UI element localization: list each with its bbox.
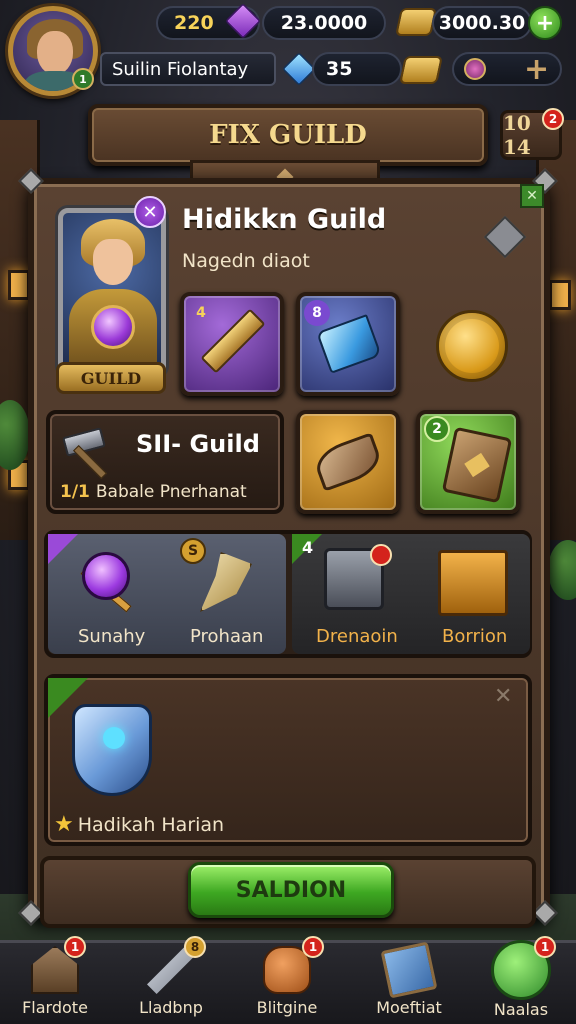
guild-hero-portrait[interactable] [58,208,166,376]
item-slot-crystal[interactable]: 8 [296,292,400,396]
primary-action-label: SALDION [235,877,347,903]
shop-icon [464,58,486,80]
nav-item-home[interactable]: Flardote [0,940,110,1024]
ingots-pill: 3000.30 [432,6,532,40]
nav-label: Flardote [22,998,88,1017]
mace-icon [82,552,130,600]
side-notification-badge: 2 [542,108,564,130]
slot-count: 2 [424,416,450,442]
add-currency-button[interactable]: + [528,6,562,40]
feature-card-desc: Babale Pnerhanat [95,482,247,502]
guild-subtitle: Nagedn diaot [182,250,310,272]
nav-badge: 1 [64,936,86,958]
hammer-icon [62,427,118,479]
nav-badge: 1 [534,936,556,958]
close-icon[interactable]: ✕ [520,184,544,208]
feature-card-desc-row: 1/1 Babale Pnerhanat [60,482,247,502]
shelf-cell-right: 4 Drenaoin Borrion [292,534,530,654]
primary-action-button[interactable]: SALDION [188,862,394,918]
crystal-icon [316,314,382,374]
guild-name: Hidikkn Guild [182,204,387,235]
guild-plate-label: GUILD [80,368,142,388]
crystals-pill: 35 [312,52,402,86]
feature-card-title: SII- Guild [136,430,260,458]
item-slot-sword[interactable]: 4 [180,292,284,396]
nav-badge: 1 [302,936,324,958]
rarity-tag [48,534,78,564]
slot-count: 4 [196,305,206,321]
featured-item-name: Hadikah Harian [77,813,225,836]
nav-label: Lladbnp [139,998,203,1017]
axe-icon [200,552,252,612]
book-icon [380,941,438,999]
shop-pill[interactable]: + [452,52,562,87]
guild-plate: GUILD [56,362,166,394]
gold-bar-icon [399,56,443,84]
crystals-value: 35 [326,58,353,80]
feature-card[interactable]: SII- Guild 1/1 Babale Pnerhanat [46,410,284,514]
player-name-plate: Suilin Fiolantay [100,52,276,86]
leaf-token-icon [311,432,385,492]
plus-icon: + [535,10,555,36]
nav-badge: 8 [184,936,206,958]
item-label: Prohaan [190,626,264,647]
item-label: Drenaoin [316,626,398,647]
page-title-banner: FIX GUILD [88,104,488,166]
crates-icon [438,550,508,616]
feature-card-count: 1/1 [60,482,90,502]
nav-item-codex[interactable]: Moeftiat [354,940,464,1024]
slot-count: 8 [304,300,330,326]
item-slot-token[interactable] [296,410,400,514]
hero-class-icon: ✕ [134,196,166,228]
blue-crystal-icon [282,52,316,86]
window-light [549,280,571,310]
nav-label: Naalas [493,1000,549,1019]
shelf-cell-left: Sunahy S Prohaan [48,534,286,654]
close-icon[interactable]: ✕ [494,684,512,709]
item-slot-rune[interactable]: 2 [416,410,520,514]
gems-value: 23.0000 [280,12,368,34]
ingots-value: 3000.30 [438,12,526,34]
featured-item-label: ★ Hadikah Harian [54,812,224,837]
player-name: Suilin Fiolantay [112,58,249,80]
rune-book-icon [441,426,513,504]
nav-label: Moeftiat [376,998,442,1017]
window-light [8,270,30,300]
item-label: Sunahy [78,626,146,647]
gold-coin-icon[interactable] [436,310,508,382]
gems-pill: 23.0000 [262,6,386,40]
crystal-shield-icon [72,704,152,796]
item-label: Borrion [442,626,508,647]
plus-icon: + [524,52,550,87]
notification-dot [370,544,392,566]
star-icon: ★ [54,812,74,837]
nav-item-battle[interactable]: Lladbnp [116,940,226,1024]
nav-label: Blitgine [256,998,318,1017]
item-badge: 4 [302,538,314,557]
ingot-icon [395,8,437,36]
bush [548,540,576,600]
player-level-value: 220 [174,12,214,34]
item-badge: S [180,538,206,564]
page-title: FIX GUILD [209,120,367,150]
avatar-level-badge: 1 [72,68,94,90]
nav-item-social[interactable]: Naalas [466,940,576,1024]
nav-item-crafting[interactable]: Blitgine [232,940,342,1024]
